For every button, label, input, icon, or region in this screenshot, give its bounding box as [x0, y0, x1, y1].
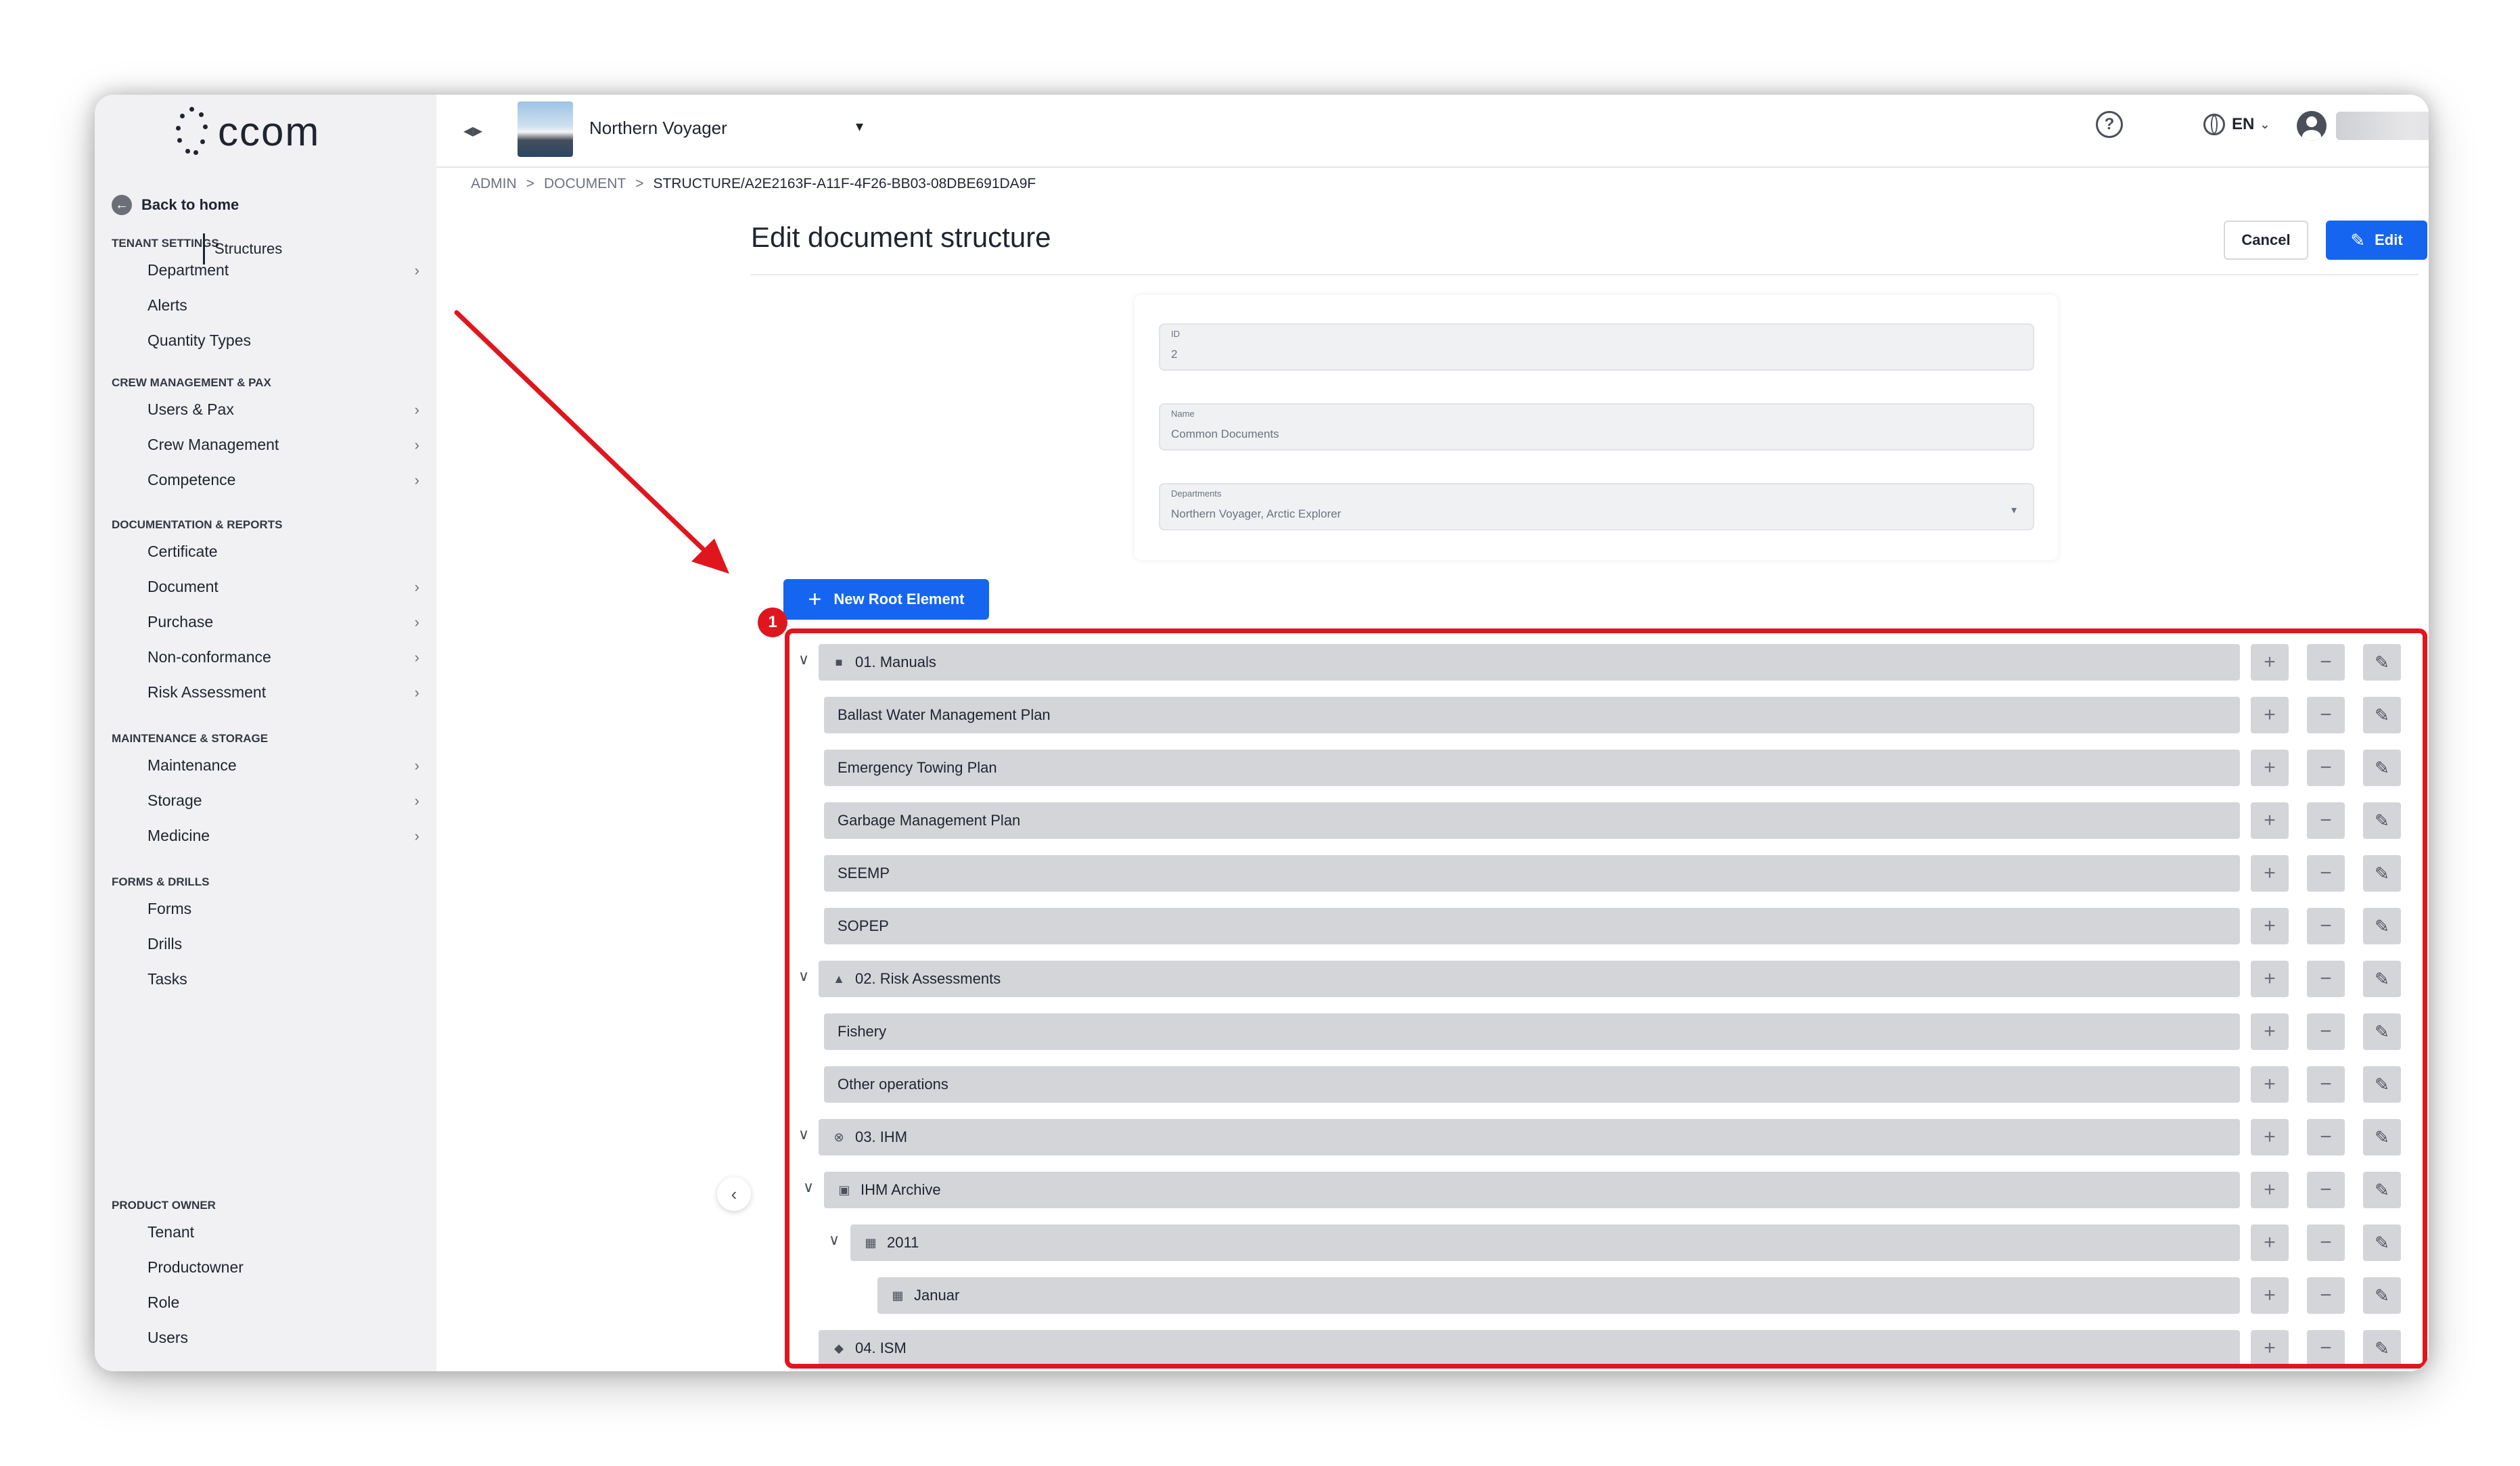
annotation-arrow	[454, 310, 729, 574]
